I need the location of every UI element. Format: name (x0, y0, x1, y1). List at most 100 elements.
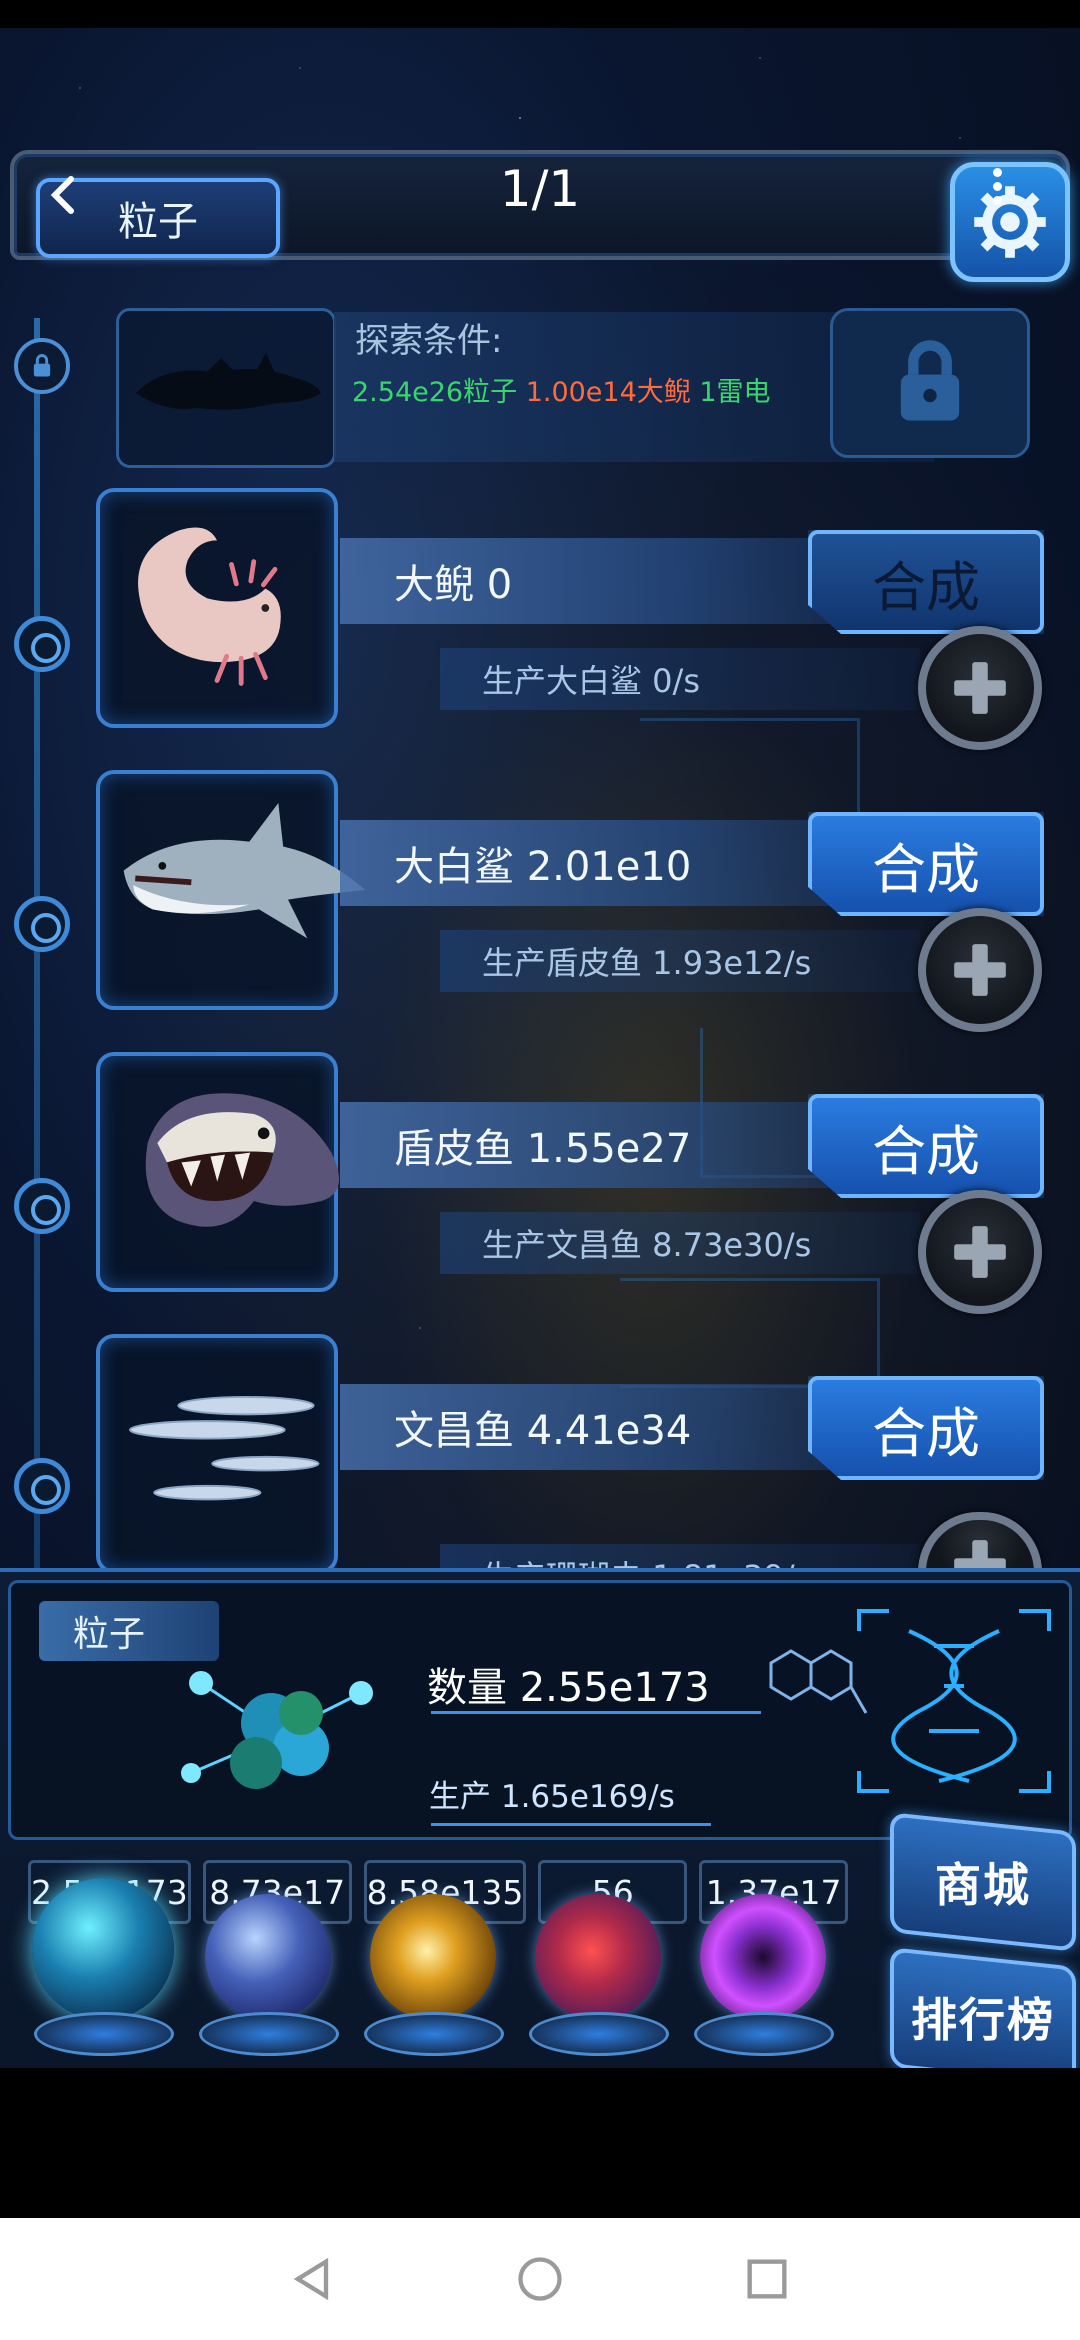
requirement-salamander: 1.00e14大鲵 (525, 377, 691, 408)
creature-name: 大鲵 0 (394, 562, 513, 608)
particle-cluster-icon (181, 1671, 373, 1789)
creature-production-bar: 生产文昌鱼 8.73e30/s (440, 1212, 920, 1274)
leaderboard-label: 排行榜 (911, 1993, 1055, 2047)
axolotl-icon (138, 527, 281, 686)
locked-slot (830, 308, 1030, 458)
creature-thumbnail (96, 770, 366, 1010)
synthesize-button[interactable]: 合成 (808, 1094, 1044, 1198)
particle-orb-button[interactable] (30, 1878, 180, 2064)
creature-row: 文昌鱼 4.41e34 生产珊瑚虫 1.81e39/s 合成 (90, 1334, 1060, 1594)
synthesize-button[interactable]: 合成 (808, 1376, 1044, 1480)
synthesize-label: 合成 (872, 1401, 980, 1465)
dna-panel (849, 1601, 1059, 1801)
orb-pad (364, 2012, 504, 2056)
plus-icon (954, 1540, 1006, 1572)
lock-icon (33, 354, 51, 377)
creature-production-bar: 生产大白鲨 0/s (440, 648, 920, 710)
requirement-lightning: 1雷电 (699, 377, 771, 408)
creature-name: 文昌鱼 4.41e34 (394, 1408, 692, 1454)
brain-orb-icon (535, 1894, 661, 2020)
letterbox (0, 2068, 1080, 2218)
creature-row: 大鲵 0 生产大白鲨 0/s 合成 (90, 488, 1060, 750)
rail-node (14, 616, 70, 672)
creature-production: 生产文昌鱼 8.73e30/s (482, 1226, 812, 1264)
particle-orb-icon (32, 1878, 174, 2020)
resource-card: 粒子 数量 2.55e173 生产 1.65e169/s (8, 1580, 1072, 1840)
padlock-icon (900, 340, 960, 421)
bottom-panel: 粒子 数量 2.55e173 生产 1.65e169/s 8.73e17 8.5… (0, 1568, 1080, 2068)
requirement-particles: 2.54e26粒子 (352, 377, 518, 408)
recents-square-icon (747, 2259, 787, 2299)
header: 粒子 1/1 (0, 120, 1080, 282)
more-menu-icon[interactable] (993, 168, 1005, 205)
add-button[interactable] (918, 908, 1042, 1032)
rail-lock-node (14, 338, 70, 394)
creature-production: 生产大白鲨 0/s (482, 662, 700, 700)
leaderboard-button[interactable]: 排行榜 (890, 1947, 1076, 2068)
lightning-orb-button[interactable] (195, 1894, 345, 2064)
lancelet-icon (129, 1396, 320, 1501)
orb-selector (30, 1878, 850, 2068)
dna-helix-icon (857, 1609, 1051, 1793)
creature-thumbnail (96, 1334, 338, 1574)
locked-thumbnail (116, 308, 336, 468)
add-button[interactable] (918, 626, 1042, 750)
locked-creature-silhouette-icon (136, 353, 321, 410)
galaxy-orb-button[interactable] (360, 1894, 510, 2064)
synthesize-label: 合成 (872, 555, 980, 619)
galaxy-orb-icon (370, 1894, 496, 2020)
creature-thumbnail (96, 488, 338, 728)
system-nav-bar (0, 2218, 1080, 2340)
add-button[interactable] (918, 1512, 1042, 1572)
creature-name: 盾皮鱼 1.55e27 (394, 1126, 692, 1172)
nav-home-button[interactable] (510, 2249, 570, 2309)
explore-conditions-title: 探索条件: (355, 321, 503, 361)
creature-production-bar: 生产盾皮鱼 1.93e12/s (440, 930, 920, 992)
creature-thumbnail (96, 1052, 340, 1292)
nav-back-button[interactable] (283, 2249, 343, 2309)
synthesize-label: 合成 (872, 1119, 980, 1183)
creature-row: 盾皮鱼 1.55e27 生产文昌鱼 8.73e30/s 合成 (90, 1052, 1060, 1314)
settings-button[interactable] (950, 162, 1070, 282)
divider (431, 1711, 761, 1714)
add-button[interactable] (918, 1190, 1042, 1314)
resource-count: 数量 2.55e173 (427, 1665, 710, 1711)
game-screen: 粒子 1/1 探索条件: 2.54e26粒子 1.00e14大鲵 1雷电 大鲵 … (0, 28, 1080, 2068)
home-circle-icon (518, 2257, 562, 2301)
page-indicator: 1/1 (499, 160, 581, 218)
creature-row: 大白鲨 2.01e10 生产盾皮鱼 1.93e12/s 合成 (90, 770, 1060, 1032)
dunkleosteus-icon (145, 1093, 340, 1227)
shop-button[interactable]: 商城 (890, 1812, 1076, 1952)
back-triangle-icon (294, 2257, 329, 2301)
rail-node (14, 1458, 70, 1514)
divider (431, 1823, 711, 1826)
vortex-orb-button[interactable] (690, 1894, 840, 2064)
nav-recents-button[interactable] (737, 2249, 797, 2309)
resource-rate: 生产 1.65e169/s (429, 1779, 675, 1815)
page-title: 粒子 (118, 199, 198, 245)
rail-node (14, 1178, 70, 1234)
orb-pad (694, 2012, 834, 2056)
shop-label: 商城 (935, 1858, 1031, 1912)
plus-icon (954, 1226, 1006, 1278)
plus-icon (954, 662, 1006, 714)
resource-label: 粒子 (39, 1601, 219, 1661)
orb-pad (34, 2012, 174, 2056)
rail-node (14, 896, 70, 952)
synthesize-button[interactable]: 合成 (808, 812, 1044, 916)
shark-icon (123, 803, 366, 939)
back-button[interactable] (30, 160, 100, 230)
explore-requirements: 2.54e26粒子 1.00e14大鲵 1雷电 (352, 370, 771, 409)
lightning-orb-icon (205, 1894, 331, 2020)
gear-icon (974, 186, 1046, 258)
chevron-left-icon (50, 176, 74, 214)
synthesize-label: 合成 (872, 837, 980, 901)
status-bar (0, 0, 1080, 28)
creature-production: 生产盾皮鱼 1.93e12/s (482, 944, 812, 982)
brain-orb-button[interactable] (525, 1894, 675, 2064)
synthesize-button[interactable]: 合成 (808, 530, 1044, 634)
orb-pad (199, 2012, 339, 2056)
vortex-orb-icon (700, 1894, 826, 2020)
plus-icon (954, 944, 1006, 996)
locked-creature-row: 探索条件: 2.54e26粒子 1.00e14大鲵 1雷电 (110, 308, 1030, 473)
